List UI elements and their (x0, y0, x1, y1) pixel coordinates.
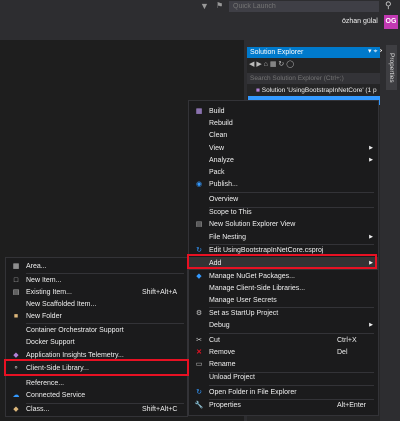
folder-open-icon: ↻ (196, 389, 202, 396)
search-icon[interactable]: ⚲ (385, 0, 392, 11)
menu-item-properties[interactable]: 🔧 Properties Alt+Enter (189, 399, 378, 412)
filter-icon[interactable]: ▼ (200, 1, 209, 11)
solution-explorer-toolbar[interactable]: ◀ ▶ ⌂ ▦ ↻ ◯ (249, 60, 378, 70)
submenu-item-connected-service[interactable]: ☁ Connected Service (6, 389, 187, 402)
menu-item-debug[interactable]: Debug ▶ (189, 319, 378, 332)
solution-icon: ■ (256, 87, 260, 94)
solution-explorer-title[interactable]: Solution Explorer (247, 47, 380, 58)
right-dock-strip (382, 40, 400, 421)
menu-item-unload-project[interactable]: Unload Project (189, 371, 378, 384)
chevron-right-icon: ▶ (369, 322, 373, 328)
submenu-item-docker-support[interactable]: Docker Support (6, 336, 187, 349)
connected-service-icon: ☁ (12, 392, 20, 399)
quick-launch-input[interactable] (229, 1, 379, 12)
client-side-library-highlight-box (4, 359, 189, 376)
solution-explorer-search-input[interactable] (247, 73, 380, 84)
explorer-view-icon: ▤ (195, 221, 203, 228)
menu-item-publish[interactable]: ◉ Publish... (189, 178, 378, 191)
chevron-right-icon: ▶ (369, 234, 373, 240)
feedback-flag-icon[interactable]: ⚑ (216, 1, 223, 10)
menu-item-open-folder[interactable]: ↻ Open Folder in File Explorer (189, 386, 378, 399)
menu-item-overview[interactable]: Overview (189, 193, 378, 206)
submenu-item-area[interactable]: ▦ Area... (6, 260, 187, 273)
globe-icon: ◉ (195, 181, 203, 188)
properties-side-tab[interactable]: Properties (386, 45, 397, 90)
avatar[interactable]: OG (384, 15, 398, 29)
menu-item-rename[interactable]: ▭ Rename (189, 358, 378, 371)
wrench-icon: 🔧 (194, 402, 204, 409)
class-icon: ◆ (13, 406, 19, 413)
menu-item-file-nesting[interactable]: File Nesting ▶ (189, 231, 378, 244)
solution-label: Solution 'UsingBootstrapInNetCore' (1 p (261, 87, 377, 94)
rename-icon: ▭ (195, 361, 203, 368)
solution-node[interactable]: ■ Solution 'UsingBootstrapInNetCore' (1 … (256, 87, 377, 94)
menu-item-manage-user-secrets[interactable]: Manage User Secrets (189, 294, 378, 307)
add-highlight-box (187, 254, 377, 269)
menu-item-new-solution-explorer-view[interactable]: ▤ New Solution Explorer View (189, 218, 378, 231)
submenu-item-class[interactable]: ◆ Class... Shift+Alt+C (6, 403, 187, 416)
submenu-item-new-folder[interactable]: ■ New Folder (6, 310, 187, 323)
add-submenu: ▦ Area... □ New Item... ▤ Existing Item.… (5, 257, 188, 417)
user-name[interactable]: özhan gülal (342, 18, 378, 25)
new-folder-icon: ■ (13, 313, 19, 320)
menu-item-clean[interactable]: Clean (189, 129, 378, 142)
area-icon: ▦ (12, 263, 20, 270)
